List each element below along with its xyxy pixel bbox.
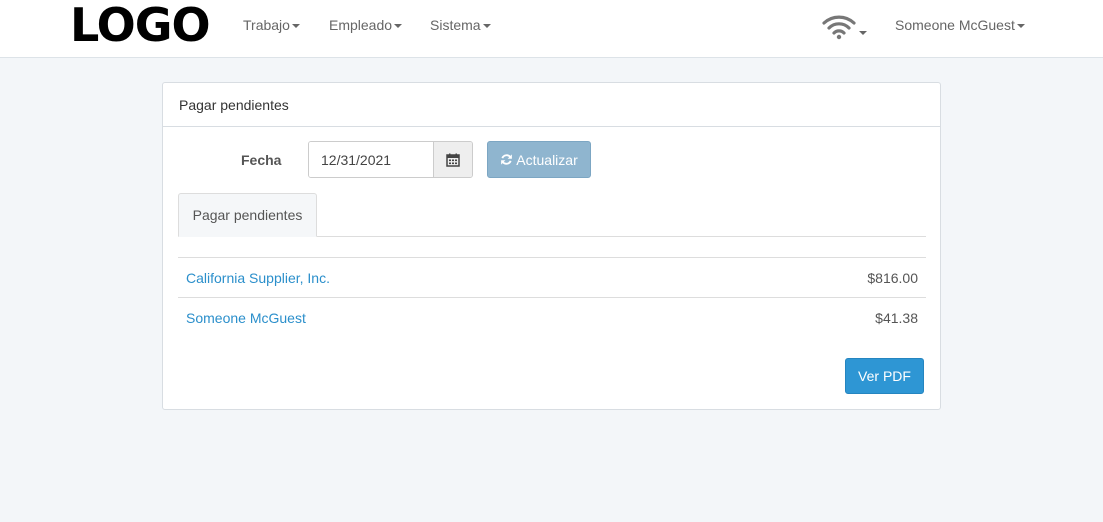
payee-link[interactable]: California Supplier, Inc. [186,270,330,286]
wifi-status-dropdown[interactable] [822,14,868,40]
caret-down-icon [859,31,867,35]
refresh-button-label: Actualizar [516,151,578,168]
list-item: California Supplier, Inc. $816.00 [178,257,926,297]
nav-menu-label: Empleado [329,17,393,33]
logo[interactable]: LOGO [70,1,211,49]
payee-link[interactable]: Someone McGuest [186,310,306,326]
tab-pagar-pendientes[interactable]: Pagar pendientes [178,193,317,237]
pending-payments-list: California Supplier, Inc. $816.00 Someon… [178,257,926,337]
calendar-button[interactable] [433,142,472,177]
nav-menu-empleado[interactable]: Empleado [329,17,403,33]
navbar: LOGO Trabajo Empleado Sistema Someone Mc… [0,0,1103,58]
view-pdf-button[interactable]: Ver PDF [845,358,924,394]
user-menu[interactable]: Someone McGuest [895,17,1025,33]
nav-menu-label: Trabajo [243,17,290,33]
refresh-button[interactable]: Actualizar [487,141,591,178]
pending-payments-panel: Pagar pendientes Fecha Ac [162,82,941,410]
caret-down-icon [1016,24,1025,29]
date-label: Fecha [241,152,282,168]
payment-amount: $41.38 [875,309,918,326]
refresh-icon [501,154,513,165]
nav-menu-sistema[interactable]: Sistema [430,17,491,33]
calendar-icon [446,153,460,167]
date-input[interactable] [309,142,433,177]
nav-menu-trabajo[interactable]: Trabajo [243,17,300,33]
caret-down-icon [394,24,403,29]
payment-amount: $816.00 [867,269,918,286]
caret-down-icon [291,24,300,29]
caret-down-icon [482,24,491,29]
tab-bar: Pagar pendientes [178,193,926,237]
date-picker [308,141,473,178]
wifi-icon [822,15,856,40]
list-item: Someone McGuest $41.38 [178,297,926,337]
nav-menu-label: Sistema [430,17,481,33]
user-name: Someone McGuest [895,17,1015,33]
panel-title: Pagar pendientes [163,83,940,127]
